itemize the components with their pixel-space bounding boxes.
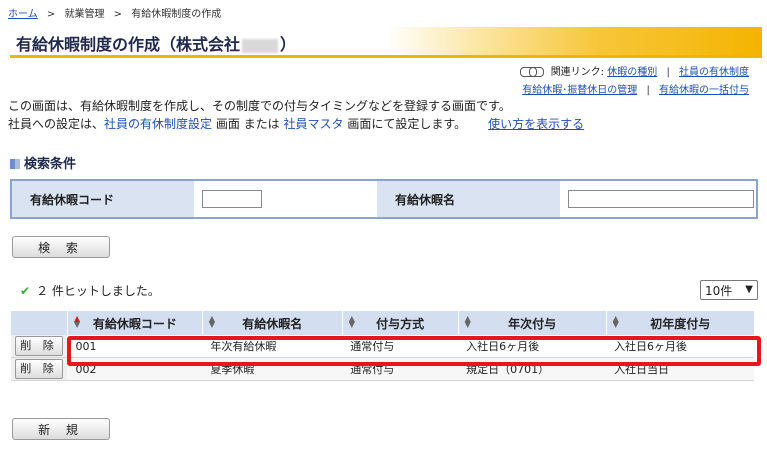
table-row[interactable]: 削 除 002 夏季休暇 通常付与 規定日（0701） 入社日当日 bbox=[10, 357, 754, 381]
column-header-label: 付与方式 bbox=[376, 316, 425, 331]
new-button[interactable]: 新 規 bbox=[12, 418, 110, 440]
table-row[interactable]: 削 除 001 年次有給休暇 通常付与 入社日6ヶ月後 入社日6ヶ月後 bbox=[10, 335, 754, 358]
sort-down-icon: ▼ bbox=[348, 320, 355, 329]
table-header-row: ▲ ▼ 有給休暇コード ▲ ▼ 有給休暇名 ▲ ▼ 付与方式 ▲ ▼ 年次付与 ▲ ▼ 初… bbox=[10, 311, 754, 335]
sort-icon[interactable]: ▲ ▼ bbox=[208, 315, 215, 329]
per-page-select[interactable]: 10件 ▼ bbox=[700, 280, 758, 300]
related-links: 関連リンク: 休暇の種別 | 社員の有休制度 有給休暇･振替休日の管理 | 有給… bbox=[519, 64, 749, 100]
cell-annual: 入社日6ヶ月後 bbox=[458, 335, 607, 358]
cell-method: 通常付与 bbox=[342, 335, 459, 358]
column-header-label: 年次付与 bbox=[508, 316, 557, 331]
breadcrumb-separator: > bbox=[46, 9, 56, 20]
page-title-suffix: ） bbox=[280, 35, 297, 54]
column-header-method[interactable]: ▲ ▼ 付与方式 bbox=[341, 311, 459, 335]
sort-icon[interactable]: ▲ ▼ bbox=[73, 315, 81, 329]
breadcrumb-home-link[interactable]: ホーム bbox=[8, 9, 38, 20]
per-page-value: 10件 bbox=[705, 283, 733, 298]
search-criteria-panel: 有給休暇コード 有給休暇名 bbox=[10, 179, 758, 219]
results-table: ▲ ▼ 有給休暇コード ▲ ▼ 有給休暇名 ▲ ▼ 付与方式 ▲ ▼ 年次付与 ▲ ▼ 初… bbox=[10, 311, 754, 381]
related-links-separator: | bbox=[666, 67, 670, 78]
page-title: 有給休暇制度の作成（株式会社 ） bbox=[16, 31, 296, 55]
sort-icon[interactable]: ▲ ▼ bbox=[464, 315, 471, 329]
delete-button[interactable]: 削 除 bbox=[14, 336, 63, 356]
column-header-code[interactable]: ▲ ▼ 有給休暇コード bbox=[66, 311, 203, 335]
column-header-label: 有給休暇名 bbox=[242, 316, 303, 331]
sort-down-icon: ▼ bbox=[73, 320, 81, 329]
related-link-leave-types[interactable]: 休暇の種別 bbox=[607, 67, 657, 78]
leave-name-field-cell bbox=[560, 181, 756, 217]
description-text: 画面にて設定します。 bbox=[343, 117, 467, 131]
sort-icon[interactable]: ▲ ▼ bbox=[348, 315, 355, 329]
redacted-company-name bbox=[242, 38, 279, 53]
section-marker-icon bbox=[10, 159, 20, 169]
description-text: 画面 または bbox=[212, 117, 284, 131]
delete-column-header bbox=[10, 311, 68, 335]
cell-name: 年次有給休暇 bbox=[202, 335, 343, 358]
leave-code-label: 有給休暇コード bbox=[12, 181, 194, 217]
page-title-prefix: 有給休暇制度の作成（株式会社 bbox=[16, 35, 241, 54]
sort-down-icon: ▼ bbox=[208, 320, 215, 329]
breadcrumb-current: 有給休暇制度の作成 bbox=[131, 9, 222, 20]
related-links-separator: | bbox=[646, 85, 650, 96]
description-text: 社員への設定は、 bbox=[8, 117, 105, 131]
chain-link-icon bbox=[519, 67, 544, 77]
delete-cell: 削 除 bbox=[10, 335, 68, 358]
cell-annual: 規定日（0701） bbox=[458, 357, 607, 381]
cell-code: 001 bbox=[67, 335, 203, 358]
cell-name: 夏季休暇 bbox=[202, 357, 343, 381]
title-bar: 有給休暇制度の作成（株式会社 ） bbox=[10, 27, 762, 58]
sort-down-icon: ▼ bbox=[612, 320, 619, 329]
employee-leave-setting-link[interactable]: 社員の有休制度設定 bbox=[104, 117, 212, 131]
column-header-name[interactable]: ▲ ▼ 有給休暇名 bbox=[201, 311, 343, 335]
delete-cell: 削 除 bbox=[10, 357, 68, 381]
hit-count-message: ✔ ２ 件ヒットしました。 bbox=[20, 282, 160, 299]
leave-name-label: 有給休暇名 bbox=[377, 181, 560, 217]
column-header-label: 有給休暇コード bbox=[92, 316, 177, 331]
cell-first-year: 入社日6ヶ月後 bbox=[606, 335, 754, 358]
chevron-down-icon: ▼ bbox=[745, 284, 753, 295]
description-line2: 社員への設定は、社員の有休制度設定 画面 または 社員マスタ 画面にて設定します… bbox=[8, 115, 584, 133]
leave-name-input[interactable] bbox=[568, 190, 754, 208]
cell-first-year: 入社日当日 bbox=[606, 357, 754, 381]
breadcrumb-level1: 就業管理 bbox=[64, 9, 105, 20]
related-link-employee-leave-system[interactable]: 社員の有休制度 bbox=[679, 67, 749, 78]
search-section-title: 検索条件 bbox=[24, 157, 77, 172]
description-line1: この画面は、有給休暇制度を作成し、その制度での付与タイミングなどを登録する画面で… bbox=[8, 99, 511, 113]
hit-count-text: ２ 件ヒットしました。 bbox=[36, 284, 160, 298]
cell-code: 002 bbox=[67, 357, 203, 381]
breadcrumb-separator: > bbox=[113, 9, 123, 20]
page-description: この画面は、有給休暇制度を作成し、その制度での付与タイミングなどを登録する画面で… bbox=[8, 97, 584, 133]
employee-master-link[interactable]: 社員マスタ bbox=[283, 117, 343, 131]
leave-code-field-cell bbox=[194, 181, 377, 217]
related-link-leave-management[interactable]: 有給休暇･振替休日の管理 bbox=[522, 85, 637, 96]
column-header-first-year[interactable]: ▲ ▼ 初年度付与 bbox=[605, 311, 754, 335]
search-section-heading: 検索条件 bbox=[10, 153, 76, 172]
related-link-bulk-grant[interactable]: 有給休暇の一括付与 bbox=[659, 85, 749, 96]
breadcrumb: ホーム > 就業管理 > 有給休暇制度の作成 bbox=[8, 5, 221, 20]
sort-down-icon: ▼ bbox=[464, 320, 471, 329]
column-header-annual[interactable]: ▲ ▼ 年次付与 bbox=[457, 311, 607, 335]
sort-icon[interactable]: ▲ ▼ bbox=[612, 315, 619, 329]
leave-code-input[interactable] bbox=[202, 190, 262, 208]
search-button[interactable]: 検 索 bbox=[12, 236, 110, 258]
show-usage-link[interactable]: 使い方を表示する bbox=[488, 117, 584, 131]
column-header-label: 初年度付与 bbox=[650, 316, 711, 331]
related-links-label: 関連リンク: bbox=[550, 67, 605, 78]
delete-button[interactable]: 削 除 bbox=[14, 359, 63, 379]
cell-method: 通常付与 bbox=[342, 357, 459, 381]
check-icon: ✔ bbox=[20, 284, 31, 298]
